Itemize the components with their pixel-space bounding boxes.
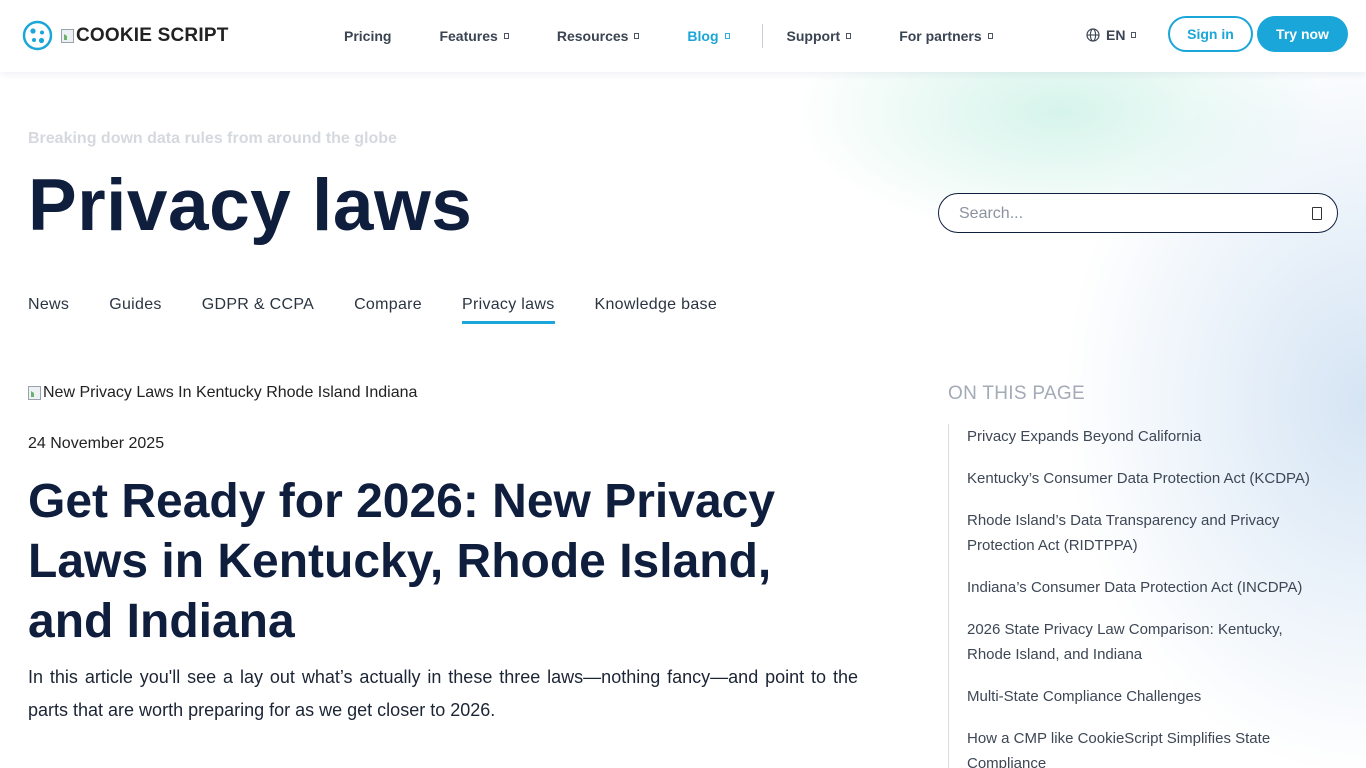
nav-for-partners[interactable]: For partners [899,28,993,44]
toc-heading: ON THIS PAGE [948,383,1085,404]
search-icon[interactable] [1312,207,1322,220]
broken-image-icon [61,28,74,43]
cookie-logo-icon [22,20,53,51]
site-header: COOKIE SCRIPT Pricing Features Resources… [0,0,1366,72]
nav-for-partners-label: For partners [899,28,982,44]
tab-compare[interactable]: Compare [354,296,422,322]
tab-privacy-laws[interactable]: Privacy laws [461,296,555,324]
globe-icon [1086,28,1100,42]
broken-image-icon [28,386,41,400]
nav-features-label: Features [439,28,498,44]
search-box [938,193,1338,233]
chevron-down-icon [724,33,730,39]
toc-item[interactable]: Rhode Island’s Data Transparency and Pri… [967,508,1328,558]
toc-item[interactable]: Privacy Expands Beyond California [967,424,1328,449]
language-selector[interactable]: EN [1086,27,1137,43]
chevron-down-icon [1131,32,1137,38]
nav-support[interactable]: Support [787,28,852,44]
chevron-down-icon [634,33,640,39]
tab-knowledge-base[interactable]: Knowledge base [595,296,718,322]
toc-item[interactable]: Multi-State Compliance Challenges [967,684,1328,709]
page-title: Privacy laws [28,165,473,246]
nav-features[interactable]: Features [439,28,509,44]
toc-item[interactable]: How a CMP like CookieScript Simplifies S… [967,726,1328,768]
nav-divider [761,24,763,48]
sign-in-button[interactable]: Sign in [1168,16,1253,52]
toc-item[interactable]: 2026 State Privacy Law Comparison: Kentu… [967,617,1328,667]
search-input[interactable] [959,203,1299,225]
chevron-down-icon [846,33,852,39]
chevron-down-icon [987,33,993,39]
nav-resources-label: Resources [556,28,629,44]
toc-item[interactable]: Indiana’s Consumer Data Protection Act (… [967,575,1328,600]
article-image: New Privacy Laws In Kentucky Rhode Islan… [28,384,417,402]
article-date: 24 November 2025 [28,435,165,452]
logo-link[interactable]: COOKIE SCRIPT [22,20,229,51]
nav-pricing[interactable]: Pricing [344,28,391,44]
article-image-alt: New Privacy Laws In Kentucky Rhode Islan… [43,384,418,401]
language-label: EN [1106,27,1126,43]
tab-guides[interactable]: Guides [109,296,162,322]
tab-gdpr-ccpa[interactable]: GDPR & CCPA [202,296,314,322]
category-tabs: News Guides GDPR & CCPA Compare Privacy … [28,296,757,324]
chevron-down-icon [503,33,509,39]
page-eyebrow: Breaking down data rules from around the… [28,130,397,147]
main-nav: Pricing Features Resources Blog Support … [344,0,1041,72]
nav-blog[interactable]: Blog [687,28,730,44]
try-now-button[interactable]: Try now [1257,16,1348,52]
logo-wordmark: COOKIE SCRIPT [61,25,229,47]
toc-list: Privacy Expands Beyond California Kentuc… [948,424,1328,768]
article-title: Get Ready for 2026: New Privacy Laws in … [28,475,776,648]
nav-support-label: Support [786,28,841,44]
tab-news[interactable]: News [28,296,69,322]
nav-resources[interactable]: Resources [557,28,640,44]
article-intro: In this article you'll see a lay out wha… [28,667,858,720]
nav-pricing-label: Pricing [344,28,392,44]
logo-text: COOKIE SCRIPT [76,24,229,46]
toc-item[interactable]: Kentucky’s Consumer Data Protection Act … [967,466,1328,491]
nav-blog-label: Blog [687,28,719,44]
